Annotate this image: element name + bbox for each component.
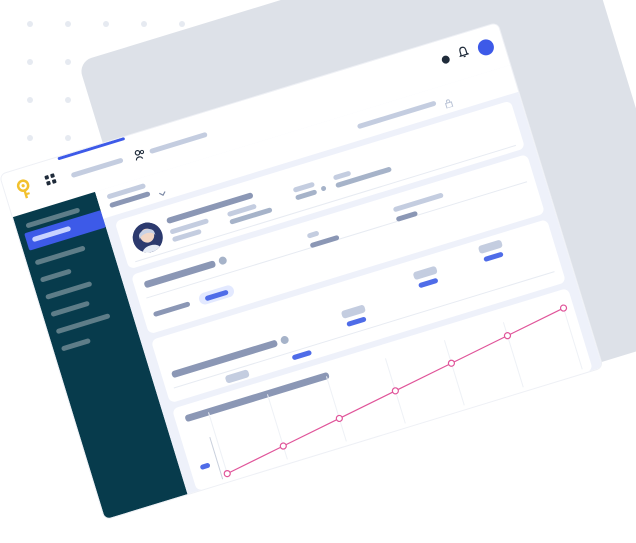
filter-chip[interactable] xyxy=(197,283,236,306)
status-dot-icon[interactable] xyxy=(440,54,451,65)
lock-icon[interactable] xyxy=(442,94,455,114)
background-dot xyxy=(27,135,33,141)
chart-data-point[interactable] xyxy=(223,470,231,478)
background-dot xyxy=(65,21,71,27)
apps-grid-icon[interactable] xyxy=(44,173,57,186)
background-dot xyxy=(27,21,33,27)
background-dot xyxy=(65,97,71,103)
chevron-down-icon[interactable] xyxy=(156,184,169,204)
background-dot xyxy=(27,59,33,65)
chart-gridline xyxy=(443,340,465,406)
chart-gridline xyxy=(267,394,288,460)
chart-data-point[interactable] xyxy=(559,304,568,312)
chart-data-point[interactable] xyxy=(335,414,343,423)
background-dot xyxy=(65,135,71,141)
top-right-controls xyxy=(439,35,496,70)
user-avatar[interactable] xyxy=(475,37,496,58)
team-icon[interactable] xyxy=(132,146,147,161)
metric-value-placeholder xyxy=(483,251,504,263)
metric-value-placeholder xyxy=(346,316,367,328)
sidebar-item-active-label-placeholder xyxy=(31,225,72,243)
chart-y-axis xyxy=(209,436,224,480)
section-title-placeholder xyxy=(143,260,217,289)
info-dot-icon xyxy=(320,185,327,192)
profile-avatar xyxy=(129,218,167,257)
tab-secondary-label-placeholder xyxy=(149,131,208,155)
filter-label-placeholder xyxy=(152,301,191,318)
tab-primary-label-placeholder xyxy=(70,157,124,179)
bell-icon[interactable] xyxy=(457,44,472,64)
background-dot xyxy=(65,59,71,65)
info-icon[interactable] xyxy=(279,334,290,345)
chart-gridline xyxy=(502,322,524,388)
stat-value-placeholder xyxy=(395,210,419,222)
chart-data-point[interactable] xyxy=(391,387,399,395)
chart-data-point[interactable] xyxy=(503,332,512,340)
metric-value-placeholder xyxy=(417,277,439,289)
chart-gridline xyxy=(561,304,583,370)
background-dot xyxy=(103,21,109,27)
chart-gridline xyxy=(208,412,229,478)
info-icon[interactable] xyxy=(217,255,228,266)
background-dot xyxy=(27,97,33,103)
chart-data-point[interactable] xyxy=(279,442,287,450)
brand-logo-icon[interactable] xyxy=(11,176,38,203)
chart-gridline xyxy=(325,376,347,442)
filter-chip-label-placeholder xyxy=(204,289,229,302)
background-dot xyxy=(179,21,185,27)
background-dot xyxy=(141,21,147,27)
stat-label-placeholder xyxy=(306,230,320,239)
chart-data-point[interactable] xyxy=(447,359,456,367)
